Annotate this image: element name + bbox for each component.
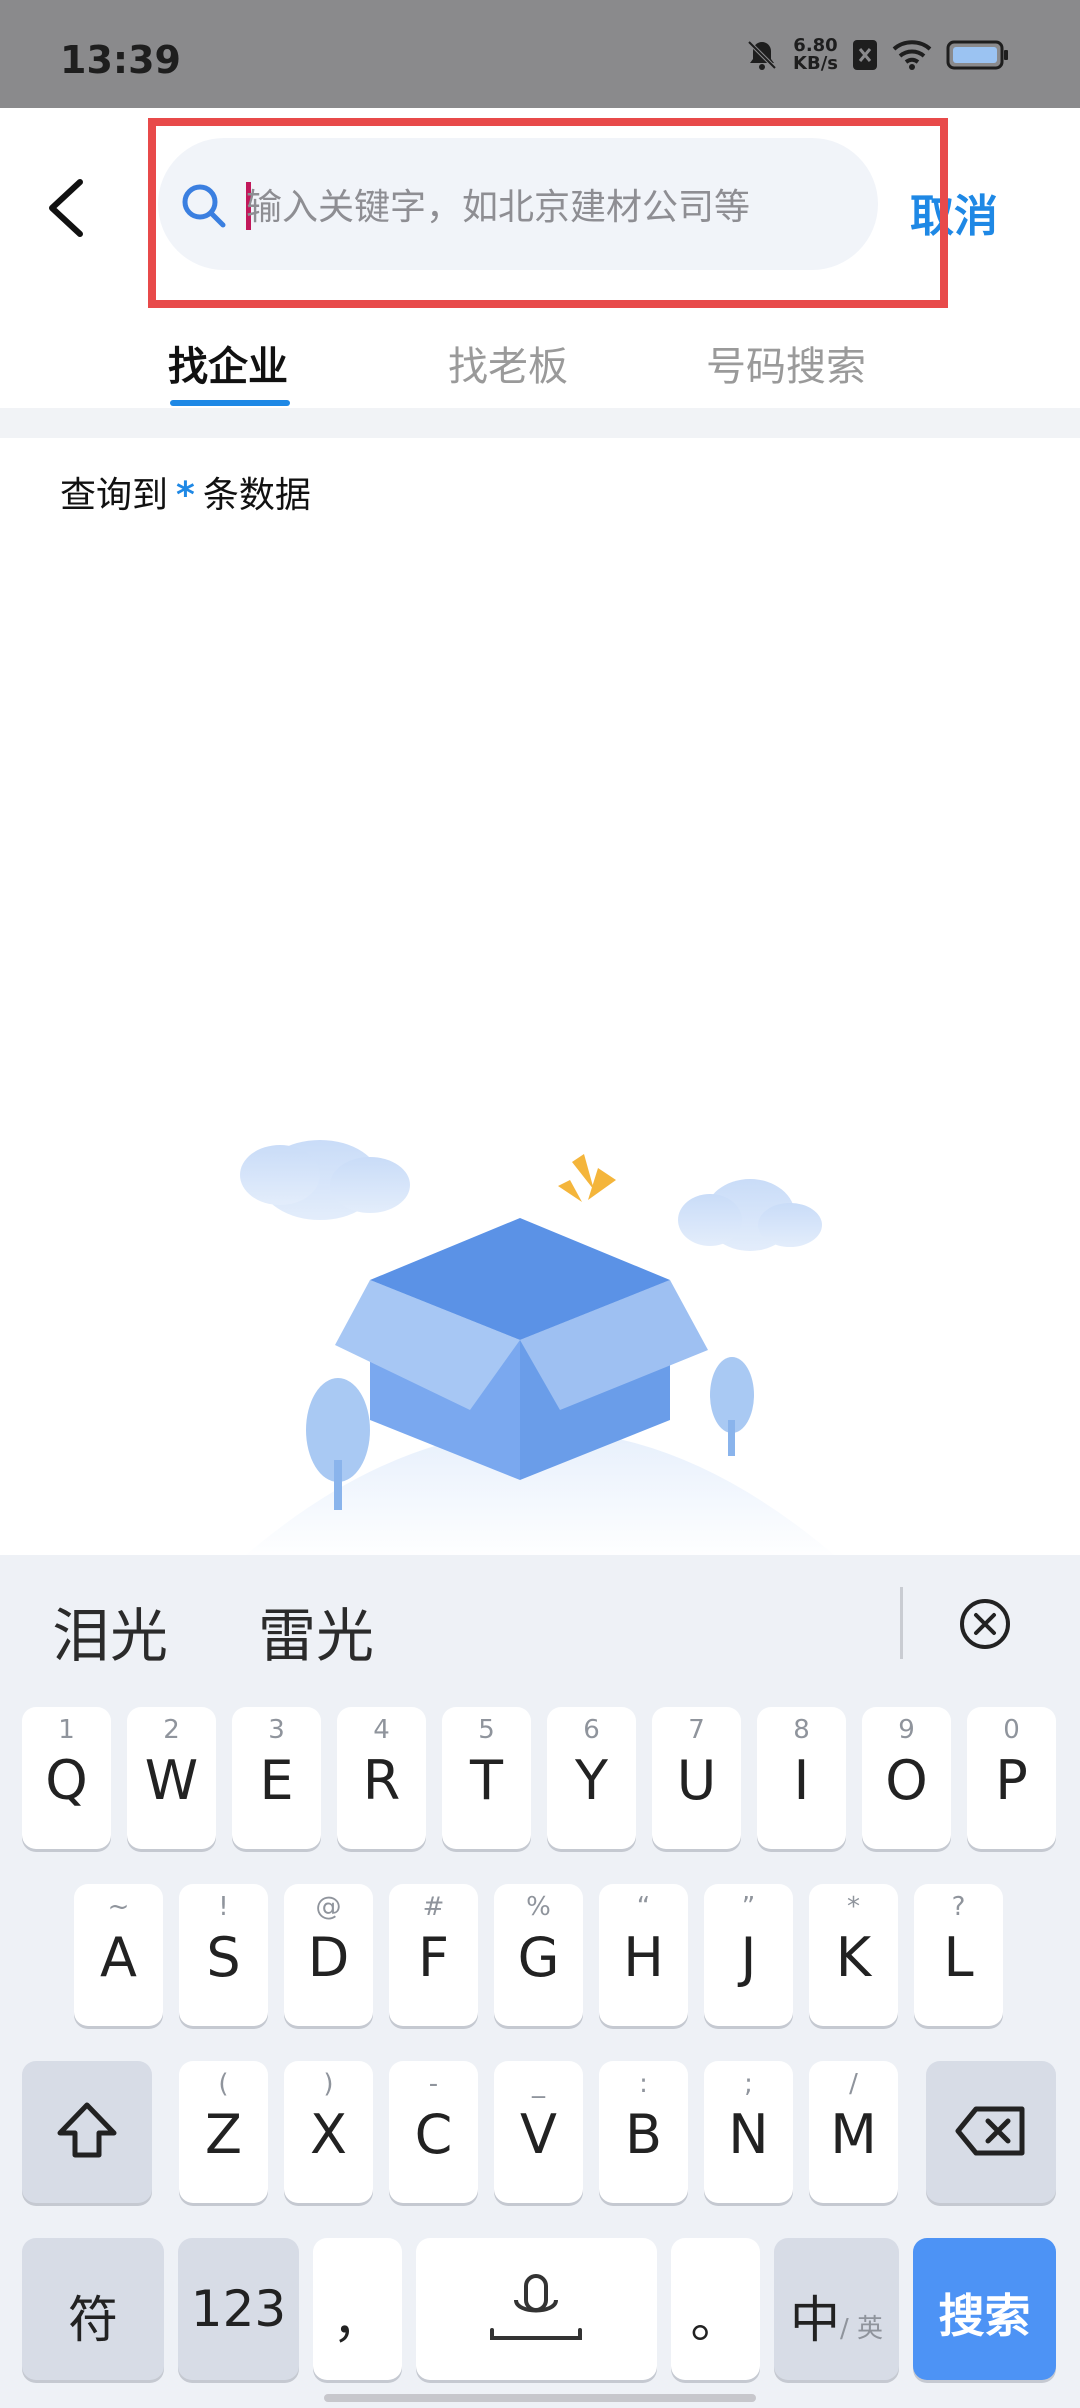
key-n[interactable]: ; N	[704, 2061, 793, 2203]
key-a[interactable]: ~ A	[74, 1884, 163, 2026]
candidate-1[interactable]: 泪光	[52, 1589, 168, 1673]
key-i[interactable]: 8I	[757, 1707, 846, 1849]
space-key[interactable]	[416, 2238, 657, 2380]
key-u[interactable]: 7U	[652, 1707, 741, 1849]
key-q[interactable]: 1Q	[22, 1707, 111, 1849]
tab-find-company[interactable]: 找企业	[168, 334, 288, 392]
tab-find-boss[interactable]: 找老板	[448, 334, 568, 392]
backspace-key[interactable]	[926, 2061, 1056, 2203]
sim-off-icon	[853, 40, 877, 70]
key-v[interactable]: _ V	[494, 2061, 583, 2203]
close-circle-icon[interactable]	[958, 1597, 1012, 1651]
shift-arrow-icon	[57, 2102, 117, 2158]
empty-box-illustration	[240, 1140, 840, 1560]
cloud-left	[240, 1140, 410, 1220]
shift-key[interactable]	[22, 2061, 152, 2203]
section-divider	[0, 408, 1080, 438]
tree-right	[710, 1357, 754, 1456]
language-switch-key[interactable]: 中/ 英	[774, 2238, 899, 2380]
key-t[interactable]: 5T	[442, 1707, 531, 1849]
key-g[interactable]: % G	[494, 1884, 583, 2026]
key-c[interactable]: -C	[389, 2061, 478, 2203]
key-m[interactable]: / M	[809, 2061, 898, 2203]
mute-bell-icon	[747, 40, 777, 70]
key-l[interactable]: ? L	[914, 1884, 1003, 2026]
cloud-right	[678, 1179, 822, 1251]
key-s[interactable]: ! S	[179, 1884, 268, 2026]
search-key[interactable]: 搜索	[913, 2238, 1056, 2380]
tab-phone-search[interactable]: 号码搜索	[706, 334, 866, 392]
tab-active-indicator	[170, 400, 290, 406]
key-y[interactable]: 6Y	[547, 1707, 636, 1849]
status-icons: 6.80 KB/s	[745, 30, 1010, 80]
search-placeholder: 输入关键字，如北京建材公司等	[246, 187, 751, 228]
key-f[interactable]: # F	[389, 1884, 478, 2026]
candidate-bar: 泪光 雷光	[0, 1555, 1080, 1695]
status-time: 13:39	[60, 38, 181, 82]
battery-icon	[946, 40, 1008, 70]
search-tabs: 找企业 找老板 号码搜索	[0, 300, 1080, 410]
period-key[interactable]: 。	[671, 2238, 760, 2380]
symbols-key[interactable]: 符	[22, 2238, 164, 2380]
search-icon	[182, 184, 226, 228]
sparkle	[558, 1154, 616, 1202]
search-input[interactable]: 输入关键字，如北京建材公司等	[158, 138, 878, 270]
key-z[interactable]: (Z	[179, 2061, 268, 2203]
key-d[interactable]: @ D	[284, 1884, 373, 2026]
back-arrow-icon[interactable]	[38, 168, 98, 248]
key-w[interactable]: 2W	[127, 1707, 216, 1849]
wifi-icon	[892, 40, 932, 70]
key-h[interactable]: “H	[599, 1884, 688, 2026]
backspace-icon	[955, 2106, 1025, 2156]
key-o[interactable]: 9O	[862, 1707, 951, 1849]
candidate-2[interactable]: 雷光	[258, 1589, 374, 1673]
numbers-key[interactable]: 123	[178, 2238, 299, 2380]
key-b[interactable]: :B	[599, 2061, 688, 2203]
comma-key[interactable]: ，	[313, 2238, 402, 2380]
microphone-icon	[490, 2274, 582, 2340]
key-p[interactable]: 0P	[967, 1707, 1056, 1849]
key-j[interactable]: ” J	[704, 1884, 793, 2026]
status-bar: 13:39 6.80 KB/s	[0, 0, 1080, 108]
cancel-button[interactable]: 取消	[910, 180, 998, 244]
home-indicator[interactable]	[324, 2394, 756, 2402]
candidate-divider	[900, 1587, 903, 1659]
soft-keyboard: 泪光 雷光 1Q 2W 3E 4R 5T 6Y 7U 8I 9O 0P ~ A !…	[0, 1555, 1080, 2408]
box	[335, 1218, 708, 1480]
key-x[interactable]: ) X	[284, 2061, 373, 2203]
key-e[interactable]: 3E	[232, 1707, 321, 1849]
net-speed: 6.80 KB/s	[793, 35, 838, 74]
result-count: 查询到 * 条数据	[60, 475, 311, 516]
key-k[interactable]: * K	[809, 1884, 898, 2026]
key-r[interactable]: 4R	[337, 1707, 426, 1849]
